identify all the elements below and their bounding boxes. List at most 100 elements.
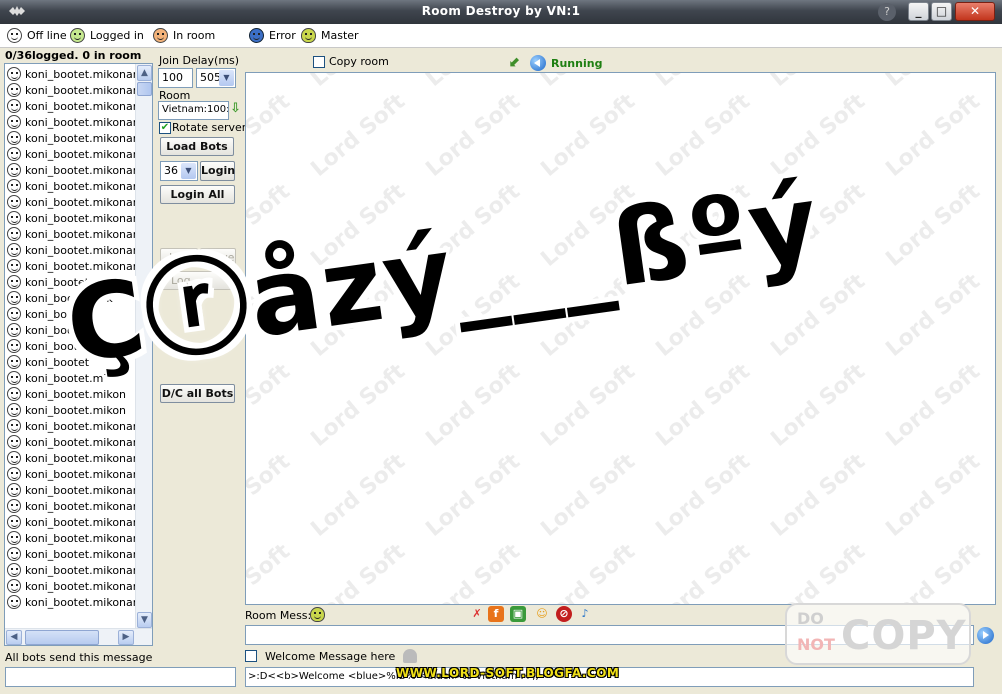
bot-list-item[interactable]: koni_bootet.mikonam5: <box>5 146 136 162</box>
join-delay-input[interactable]: 100 <box>158 68 193 88</box>
welcome-row: Welcome Message here <box>245 649 418 663</box>
font-icon[interactable]: f <box>488 606 504 622</box>
bot-name: koni_bootet.mikonam5: <box>25 147 136 161</box>
bot-list-item[interactable]: koni_bootet <box>5 338 136 354</box>
chevron-down-icon[interactable]: ▼ <box>181 163 196 179</box>
bot-list-item[interactable]: koni_bootet.mikonam2! <box>5 450 136 466</box>
scroll-up-icon[interactable]: ▲ <box>137 65 152 81</box>
bot-list-item[interactable]: koni_bootet.mikonam3: <box>5 114 136 130</box>
bot-list-item[interactable]: koni_bootet.mikonam3- <box>5 594 136 610</box>
join-delay-select[interactable]: 505 ▼ <box>196 68 236 88</box>
room-log[interactable]: Lord Soft Lord Soft Lord Soft Lord Soft Lord… <box>245 72 996 605</box>
send-icon[interactable] <box>977 627 994 644</box>
offline-smiley-icon <box>7 499 21 513</box>
bot-list-item[interactable]: koni_bootet.mikonam3: <box>5 562 136 578</box>
bot-list-item[interactable]: koni_bootet.mikonam3( <box>5 530 136 546</box>
strike-icon[interactable]: ✗ <box>469 606 485 622</box>
master-alien-icon <box>310 607 325 622</box>
load-bots-button[interactable]: Load Bots <box>160 137 234 156</box>
bot-name: koni_bootet.mikon <box>25 403 127 417</box>
login-button[interactable]: Login <box>200 161 235 181</box>
join-button[interactable]: Join <box>160 248 198 267</box>
bot-list-item[interactable]: koni_bootet.mikonam2: <box>5 418 136 434</box>
bot-list-item[interactable]: koni_bootet.mikonam2! <box>5 514 136 530</box>
back-play-icon[interactable] <box>530 55 546 71</box>
bot-list-item[interactable]: koni_bootet.mi <box>5 370 136 386</box>
watermark-text: Lord Soft <box>536 89 641 182</box>
offline-smiley-icon <box>7 67 21 81</box>
bot-list-item[interactable]: koni_bootet.mikon <box>5 402 136 418</box>
bot-list-item[interactable]: koni_bootet.mikonam1 <box>5 242 136 258</box>
vscroll-thumb[interactable] <box>137 82 152 96</box>
room-input[interactable]: Vietnam:100: <box>158 101 229 120</box>
bot-list-item[interactable]: koni_bootet.mikonam3 <box>5 546 136 562</box>
leave-button[interactable]: Leave <box>200 248 236 267</box>
login-all-button[interactable]: Login All <box>160 185 235 204</box>
maximize-button[interactable]: □ <box>931 2 952 21</box>
offline-smiley-icon <box>7 227 21 241</box>
bot-list-item[interactable]: koni_bootet.mikonam6: <box>5 162 136 178</box>
bot-list-item[interactable]: koni_bootet <box>5 322 136 338</box>
bot-list-item[interactable]: koni_bootet.mikonam1( <box>5 226 136 242</box>
bot-list-item[interactable]: koni_bootet.mikonam2- <box>5 434 136 450</box>
bot-list-item[interactable]: koni_bootet.mikonam:1 <box>5 66 136 82</box>
dc-all-bots-button[interactable]: D/C all Bots <box>160 384 235 403</box>
watermark-text: Lord Soft <box>881 359 986 452</box>
bot-list-item[interactable]: koni_bootet.mikonam2: <box>5 98 136 114</box>
rotate-server-checkbox[interactable]: ✔ <box>159 122 171 134</box>
room-go-arrow-icon[interactable]: ⇩ <box>230 101 241 116</box>
bot-name: koni_bootet.mikonam2( <box>25 467 136 481</box>
hscroll-thumb[interactable] <box>25 630 99 645</box>
emoticon-icon[interactable]: ☺ <box>534 606 550 622</box>
rotate-server-label: Rotate server <box>172 121 247 134</box>
bot-name: koni_bootet.mikonam2: <box>25 419 136 433</box>
bot-list-item[interactable]: koni_bootet.mikonam3: <box>5 578 136 594</box>
bot-list-item[interactable]: koni_bootet.mikonam9: <box>5 210 136 226</box>
bot-list-hscroll[interactable]: ◀ ▶ <box>5 628 152 645</box>
bot-name: koni_bootet.mikonam1 <box>25 243 136 257</box>
bot-list-item[interactable]: koni_bootet.mikonam1: <box>5 258 136 274</box>
offline-smiley-icon <box>7 275 21 289</box>
music-note-icon[interactable]: ♪ <box>577 606 593 622</box>
minimize-button[interactable]: _ <box>908 2 929 21</box>
bot-list-item[interactable]: koni_bootet.mikon <box>5 386 136 402</box>
scroll-right-icon[interactable]: ▶ <box>118 630 134 645</box>
bot-list-item[interactable]: koni_bootet <box>5 306 136 322</box>
close-button[interactable]: ✕ <box>955 2 995 21</box>
offline-smiley-icon <box>7 291 21 305</box>
offline-smiley-icon <box>7 339 21 353</box>
bot-list-item[interactable]: koni_bootet.mikonam8: <box>5 194 136 210</box>
bot-list-item[interactable]: koni_bootet.mikonam2( <box>5 466 136 482</box>
bot-list-item[interactable]: koni_bootet.mikonam2 <box>5 482 136 498</box>
logout-button[interactable]: Log <box>160 271 235 290</box>
bot-list-item[interactable]: koni_bootet.mikonam4: <box>5 130 136 146</box>
help-icon[interactable]: ? <box>878 3 896 21</box>
copy-room-checkbox[interactable] <box>313 55 325 68</box>
chevron-down-icon[interactable]: ▼ <box>219 70 234 86</box>
watermark-text: Lord Soft <box>306 89 411 182</box>
watermark-text: Lord Soft <box>421 269 526 362</box>
user-icon[interactable] <box>403 649 418 663</box>
watermark-text: Lord Soft <box>306 269 411 362</box>
stop-icon[interactable]: ⊘ <box>556 606 572 622</box>
login-count-select[interactable]: 36 ▼ <box>160 161 198 181</box>
offline-smiley-icon <box>7 435 21 449</box>
scroll-down-icon[interactable]: ▼ <box>137 612 152 628</box>
green-arrow-icon[interactable]: ⬋ <box>509 55 525 71</box>
bot-list-vscroll[interactable]: ▲ ▼ <box>135 64 152 629</box>
bot-list[interactable]: koni_bootet.mikonam:1 koni_bootet.mikonam… <box>4 63 153 646</box>
do-not-copy-stamp: DO NOT COPY <box>785 603 971 665</box>
bot-list-item[interactable]: koni_bootet.mikonam1: <box>5 274 136 290</box>
scroll-left-icon[interactable]: ◀ <box>6 630 22 645</box>
welcome-checkbox[interactable] <box>245 650 257 662</box>
bot-list-item[interactable]: koni_bootet.mikonam2! <box>5 498 136 514</box>
watermark-text: Lord Soft <box>245 359 296 452</box>
login-count-value: 36 <box>164 164 178 177</box>
all-bots-send-input[interactable] <box>5 667 236 687</box>
bot-list-item[interactable]: koni_bootet.mik <box>5 290 136 306</box>
bot-list-item[interactable]: koni_bootet.mikonam7: <box>5 178 136 194</box>
legend-offline-label: Off line <box>27 29 67 42</box>
bot-list-item[interactable]: koni_bootet <box>5 354 136 370</box>
bot-list-item[interactable]: koni_bootet.mikonam1: <box>5 82 136 98</box>
image-icon[interactable]: ▣ <box>510 606 526 622</box>
